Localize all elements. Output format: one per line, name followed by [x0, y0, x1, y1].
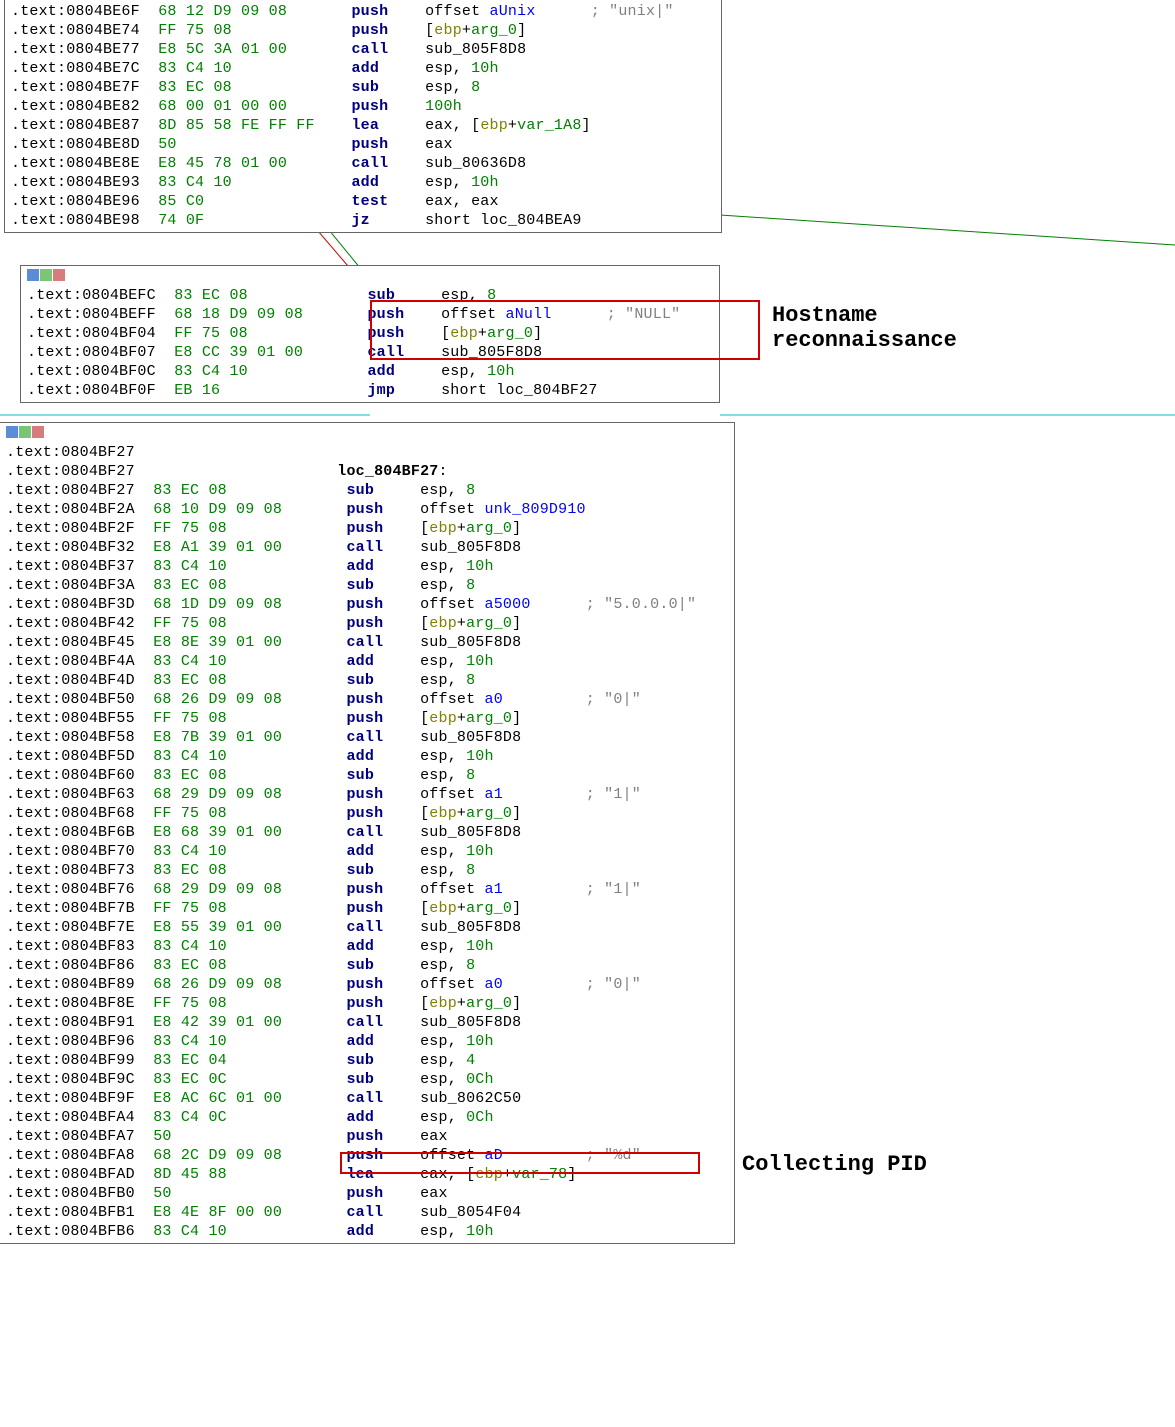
annotation-hostname: Hostname reconnaissance	[772, 303, 957, 353]
disasm-row: .text:0804BF76 68 29 D9 09 08 push offse…	[6, 880, 728, 899]
disasm-row: .text:0804BF7B FF 75 08 push [ebp+arg_0]	[6, 899, 728, 918]
disasm-row: .text:0804BF5D 83 C4 10 add esp, 10h	[6, 747, 728, 766]
disasm-row: .text:0804BF3A 83 EC 08 sub esp, 8	[6, 576, 728, 595]
disasm-row: .text:0804BF7E E8 55 39 01 00 call sub_8…	[6, 918, 728, 937]
disasm-row: .text:0804BF60 83 EC 08 sub esp, 8	[6, 766, 728, 785]
disasm-row: .text:0804BF6B E8 68 39 01 00 call sub_8…	[6, 823, 728, 842]
disasm-row: .text:0804BFB1 E8 4E 8F 00 00 call sub_8…	[6, 1203, 728, 1222]
disasm-row: .text:0804BF99 83 EC 04 sub esp, 4	[6, 1051, 728, 1070]
annotation-pid: Collecting PID	[742, 1152, 927, 1177]
disasm-row: .text:0804BF55 FF 75 08 push [ebp+arg_0]	[6, 709, 728, 728]
disasm-row: .text:0804BF4A 83 C4 10 add esp, 10h	[6, 652, 728, 671]
disasm-row: .text:0804BE96 85 C0 test eax, eax	[11, 192, 715, 211]
disasm-row: .text:0804BF9F E8 AC 6C 01 00 call sub_8…	[6, 1089, 728, 1108]
disasm-row: .text:0804BF96 83 C4 10 add esp, 10h	[6, 1032, 728, 1051]
disasm-row: .text:0804BE7F 83 EC 08 sub esp, 8	[11, 78, 715, 97]
disasm-row: .text:0804BFB0 50 push eax	[6, 1184, 728, 1203]
disasm-row: .text:0804BF2A 68 10 D9 09 08 push offse…	[6, 500, 728, 519]
disasm-row: .text:0804BF70 83 C4 10 add esp, 10h	[6, 842, 728, 861]
toolbar-icon-1[interactable]	[6, 426, 18, 438]
panel-toolbar	[27, 268, 713, 284]
disasm-row: .text:0804BE82 68 00 01 00 00 push 100h	[11, 97, 715, 116]
disasm-panel-2[interactable]: .text:0804BEFC 83 EC 08 sub esp, 8 .text…	[20, 265, 720, 403]
toolbar-icon-3[interactable]	[32, 426, 44, 438]
disasm-row: .text:0804BE8D 50 push eax	[11, 135, 715, 154]
disasm-row: .text:0804BF9C 83 EC 0C sub esp, 0Ch	[6, 1070, 728, 1089]
disasm-row: .text:0804BFA4 83 C4 0C add esp, 0Ch	[6, 1108, 728, 1127]
disasm-row: .text:0804BE93 83 C4 10 add esp, 10h	[11, 173, 715, 192]
disasm-row: .text:0804BFAD 8D 45 88 lea eax, [ebp+va…	[6, 1165, 728, 1184]
disasm-row: .text:0804BE98 74 0F jz short loc_804BEA…	[11, 211, 715, 230]
disasm-row: .text:0804BF2F FF 75 08 push [ebp+arg_0]	[6, 519, 728, 538]
disasm-row: .text:0804BF42 FF 75 08 push [ebp+arg_0]	[6, 614, 728, 633]
disasm-row: .text:0804BE74 FF 75 08 push [ebp+arg_0]	[11, 21, 715, 40]
toolbar-icon-3[interactable]	[53, 269, 65, 281]
disasm-row: .text:0804BF07 E8 CC 39 01 00 call sub_8…	[27, 343, 713, 362]
disasm-row: .text:0804BF58 E8 7B 39 01 00 call sub_8…	[6, 728, 728, 747]
disasm-row: .text:0804BEFF 68 18 D9 09 08 push offse…	[27, 305, 713, 324]
disasm-row: .text:0804BF89 68 26 D9 09 08 push offse…	[6, 975, 728, 994]
disasm-row: .text:0804BFA8 68 2C D9 09 08 push offse…	[6, 1146, 728, 1165]
disasm-row: .text:0804BE8E E8 45 78 01 00 call sub_8…	[11, 154, 715, 173]
disasm-row: .text:0804BF37 83 C4 10 add esp, 10h	[6, 557, 728, 576]
disasm-row: .text:0804BF50 68 26 D9 09 08 push offse…	[6, 690, 728, 709]
disasm-row: .text:0804BF91 E8 42 39 01 00 call sub_8…	[6, 1013, 728, 1032]
disasm-row: .text:0804BEFC 83 EC 08 sub esp, 8	[27, 286, 713, 305]
disasm-row: .text:0804BF0C 83 C4 10 add esp, 10h	[27, 362, 713, 381]
disasm-row: .text:0804BE6F 68 12 D9 09 08 push offse…	[11, 2, 715, 21]
disasm-row: .text:0804BF68 FF 75 08 push [ebp+arg_0]	[6, 804, 728, 823]
toolbar-icon-2[interactable]	[40, 269, 52, 281]
disasm-panel-1[interactable]: .text:0804BE6C 83 EC 08 sub esp, 8 .text…	[4, 0, 722, 233]
panel-toolbar	[6, 425, 728, 441]
disasm-row: .text:0804BF73 83 EC 08 sub esp, 8	[6, 861, 728, 880]
disasm-row: .text:0804BE7C 83 C4 10 add esp, 10h	[11, 59, 715, 78]
disasm-row: .text:0804BF27 loc_804BF27:	[6, 462, 728, 481]
disasm-row: .text:0804BF63 68 29 D9 09 08 push offse…	[6, 785, 728, 804]
disasm-row: .text:0804BF3D 68 1D D9 09 08 push offse…	[6, 595, 728, 614]
disasm-row: .text:0804BF04 FF 75 08 push [ebp+arg_0]	[27, 324, 713, 343]
toolbar-icon-2[interactable]	[19, 426, 31, 438]
disasm-row: .text:0804BF8E FF 75 08 push [ebp+arg_0]	[6, 994, 728, 1013]
disasm-row: .text:0804BF4D 83 EC 08 sub esp, 8	[6, 671, 728, 690]
disasm-panel-3[interactable]: .text:0804BF27 .text:0804BF27 loc_804BF2…	[0, 422, 735, 1244]
toolbar-icon-1[interactable]	[27, 269, 39, 281]
disasm-row: .text:0804BF27	[6, 443, 728, 462]
disasm-row: .text:0804BFB6 83 C4 10 add esp, 10h	[6, 1222, 728, 1241]
disasm-row: .text:0804BF32 E8 A1 39 01 00 call sub_8…	[6, 538, 728, 557]
disasm-row: .text:0804BF86 83 EC 08 sub esp, 8	[6, 956, 728, 975]
disasm-row: .text:0804BE87 8D 85 58 FE FF FF lea eax…	[11, 116, 715, 135]
disasm-row: .text:0804BE77 E8 5C 3A 01 00 call sub_8…	[11, 40, 715, 59]
disasm-row: .text:0804BF83 83 C4 10 add esp, 10h	[6, 937, 728, 956]
disasm-row: .text:0804BF27 83 EC 08 sub esp, 8	[6, 481, 728, 500]
disasm-row: .text:0804BFA7 50 push eax	[6, 1127, 728, 1146]
disasm-row: .text:0804BF0F EB 16 jmp short loc_804BF…	[27, 381, 713, 400]
disasm-row: .text:0804BF45 E8 8E 39 01 00 call sub_8…	[6, 633, 728, 652]
